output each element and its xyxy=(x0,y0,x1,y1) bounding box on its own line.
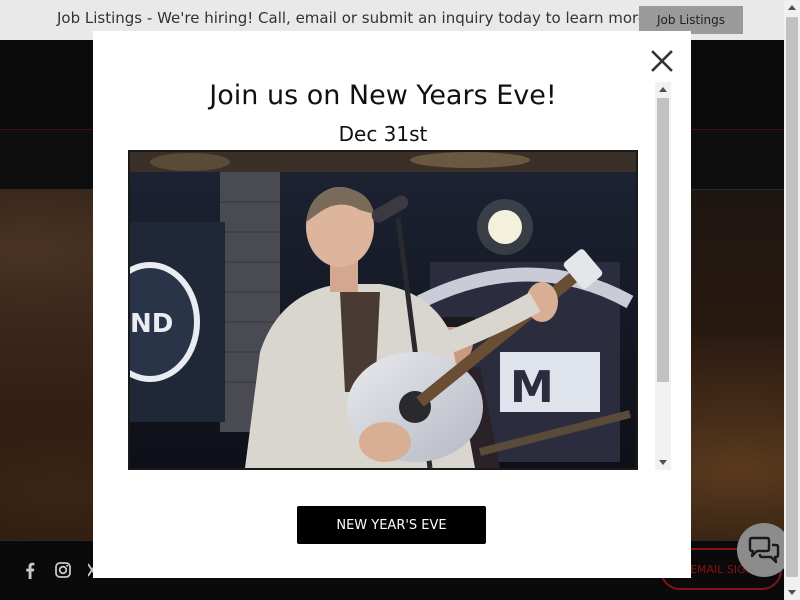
facebook-icon[interactable] xyxy=(25,562,35,583)
modal-subtitle: Dec 31st xyxy=(338,122,428,146)
scroll-down-arrow-icon[interactable] xyxy=(788,590,796,595)
job-listings-button[interactable]: Job Listings xyxy=(639,6,743,34)
new-years-eve-button[interactable]: NEW YEAR'S EVE xyxy=(297,506,486,544)
scroll-up-arrow-icon[interactable] xyxy=(659,87,667,92)
scroll-thumb[interactable] xyxy=(786,17,798,577)
scroll-thumb[interactable] xyxy=(657,98,669,382)
chat-bubbles-icon[interactable] xyxy=(737,523,791,577)
scroll-up-arrow-icon[interactable] xyxy=(788,5,796,10)
modal-title: Join us on New Years Eve! xyxy=(209,80,557,111)
instagram-icon[interactable] xyxy=(55,562,71,582)
page-scrollbar[interactable] xyxy=(784,0,800,600)
scroll-down-arrow-icon[interactable] xyxy=(659,460,667,465)
close-icon[interactable] xyxy=(650,49,674,73)
svg-text:M: M xyxy=(510,362,554,413)
modal-scrollbar[interactable] xyxy=(655,82,671,470)
svg-text:ND: ND xyxy=(130,309,173,339)
event-photo: ND M xyxy=(128,150,638,470)
banner-message: Job Listings - We're hiring! Call, email… xyxy=(57,9,654,27)
event-popup-modal: Join us on New Years Eve! Dec 31st ND M … xyxy=(93,31,691,578)
